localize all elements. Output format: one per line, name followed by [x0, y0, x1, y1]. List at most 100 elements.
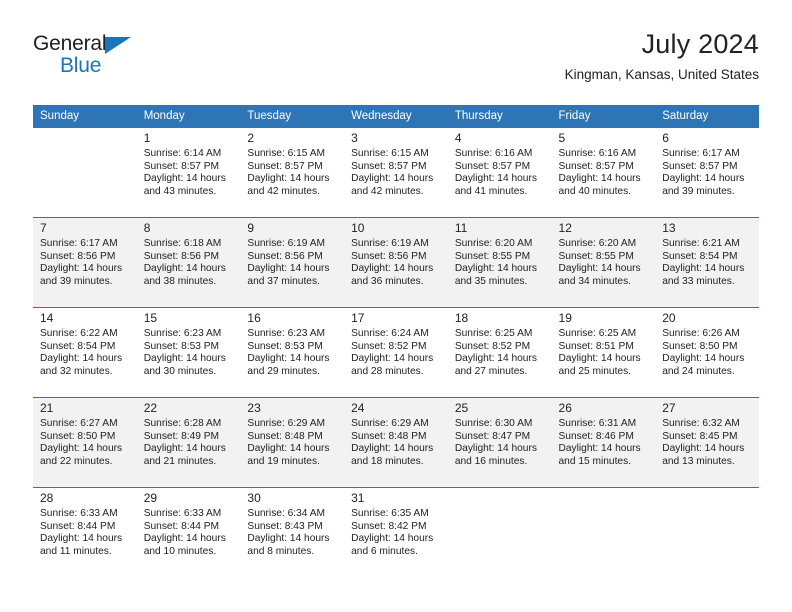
- calendar-day-cell[interactable]: 31 Sunrise: 6:35 AM Sunset: 8:42 PM Dayl…: [344, 487, 448, 577]
- daylight-line-1: Daylight: 14 hours: [662, 173, 745, 185]
- sunrise-text: Sunrise: 6:34 AM: [247, 508, 325, 519]
- day-details: Sunrise: 6:23 AM Sunset: 8:53 PM Dayligh…: [144, 328, 236, 378]
- calendar-day-cell[interactable]: 19 Sunrise: 6:25 AM Sunset: 8:51 PM Dayl…: [551, 307, 656, 397]
- sunrise-text: Sunrise: 6:33 AM: [40, 508, 118, 519]
- day-number: 7: [40, 221, 47, 235]
- calendar-day-cell[interactable]: [551, 487, 656, 577]
- calendar-day-cell[interactable]: 18 Sunrise: 6:25 AM Sunset: 8:52 PM Dayl…: [447, 307, 552, 397]
- day-number: 13: [662, 221, 676, 235]
- day-cell-inner: 19 Sunrise: 6:25 AM Sunset: 8:51 PM Dayl…: [551, 307, 656, 397]
- sunrise-text: Sunrise: 6:29 AM: [351, 418, 429, 429]
- day-number: 23: [247, 401, 261, 415]
- day-number: 2: [247, 131, 255, 145]
- day-details: Sunrise: 6:19 AM Sunset: 8:56 PM Dayligh…: [351, 238, 443, 288]
- day-cell-inner: 5 Sunrise: 6:16 AM Sunset: 8:57 PM Dayli…: [551, 127, 656, 217]
- day-cell-inner: 26 Sunrise: 6:31 AM Sunset: 8:46 PM Dayl…: [551, 397, 656, 487]
- day-number: 25: [454, 401, 469, 415]
- day-number: 14: [40, 311, 54, 325]
- daylight-line-2: and 37 minutes.: [247, 275, 320, 287]
- day-number: 16: [247, 311, 261, 325]
- calendar-day-cell[interactable]: 14 Sunrise: 6:22 AM Sunset: 8:54 PM Dayl…: [33, 307, 137, 397]
- day-details: Sunrise: 6:22 AM Sunset: 8:54 PM Dayligh…: [40, 328, 132, 378]
- sunset-text: Sunset: 8:43 PM: [247, 520, 323, 532]
- daylight-line-2: and 24 minutes.: [662, 365, 735, 377]
- calendar-week-row: 7 Sunrise: 6:17 AM Sunset: 8:56 PM Dayli…: [33, 217, 759, 307]
- calendar-day-cell[interactable]: 16 Sunrise: 6:23 AM Sunset: 8:53 PM Dayl…: [240, 307, 345, 397]
- calendar-day-cell[interactable]: 3 Sunrise: 6:15 AM Sunset: 8:57 PM Dayli…: [344, 127, 448, 217]
- day-details: Sunrise: 6:18 AM Sunset: 8:56 PM Dayligh…: [144, 238, 236, 288]
- day-number: 1: [143, 131, 151, 145]
- calendar-day-cell[interactable]: 8 Sunrise: 6:18 AM Sunset: 8:56 PM Dayli…: [136, 217, 241, 307]
- calendar-day-cell[interactable]: 12 Sunrise: 6:20 AM Sunset: 8:55 PM Dayl…: [551, 217, 656, 307]
- daylight-line-2: and 40 minutes.: [558, 185, 632, 197]
- sunset-text: Sunset: 8:57 PM: [247, 160, 323, 172]
- day-number: 21: [40, 401, 54, 415]
- calendar-day-cell[interactable]: 27 Sunrise: 6:32 AM Sunset: 8:45 PM Dayl…: [655, 397, 759, 487]
- day-number: 17: [351, 311, 365, 325]
- calendar-day-cell[interactable]: 21 Sunrise: 6:27 AM Sunset: 8:50 PM Dayl…: [33, 397, 137, 487]
- calendar-day-cell[interactable]: 22 Sunrise: 6:28 AM Sunset: 8:49 PM Dayl…: [136, 397, 241, 487]
- sunset-text: Sunset: 8:42 PM: [351, 520, 427, 532]
- daylight-line-1: Daylight: 14 hours: [40, 263, 123, 275]
- calendar-day-cell[interactable]: 13 Sunrise: 6:21 AM Sunset: 8:54 PM Dayl…: [655, 217, 759, 307]
- day-number: 8: [143, 221, 151, 235]
- sunrise-text: Sunrise: 6:20 AM: [558, 238, 637, 249]
- sunset-text: Sunset: 8:53 PM: [143, 340, 220, 352]
- daylight-line-1: Daylight: 14 hours: [454, 443, 537, 455]
- day-details: Sunrise: 6:31 AM Sunset: 8:46 PM Dayligh…: [559, 418, 651, 468]
- daylight-line-2: and 32 minutes.: [40, 365, 113, 377]
- day-number: 15: [143, 311, 158, 325]
- sunset-text: Sunset: 8:50 PM: [662, 340, 738, 352]
- day-details: Sunrise: 6:25 AM Sunset: 8:52 PM Dayligh…: [455, 328, 547, 378]
- daylight-line-1: Daylight: 14 hours: [143, 353, 226, 365]
- day-details: Sunrise: 6:24 AM Sunset: 8:52 PM Dayligh…: [351, 328, 443, 378]
- daylight-line-2: and 18 minutes.: [351, 455, 424, 467]
- calendar-day-cell[interactable]: 17 Sunrise: 6:24 AM Sunset: 8:52 PM Dayl…: [344, 307, 448, 397]
- calendar-day-cell[interactable]: [33, 127, 137, 217]
- calendar-day-cell[interactable]: 25 Sunrise: 6:30 AM Sunset: 8:47 PM Dayl…: [447, 397, 552, 487]
- calendar-day-cell[interactable]: 7 Sunrise: 6:17 AM Sunset: 8:56 PM Dayli…: [33, 217, 137, 307]
- calendar-day-cell[interactable]: 10 Sunrise: 6:19 AM Sunset: 8:56 PM Dayl…: [344, 217, 448, 307]
- sunrise-text: Sunrise: 6:19 AM: [351, 238, 429, 249]
- calendar-day-cell[interactable]: 29 Sunrise: 6:33 AM Sunset: 8:44 PM Dayl…: [136, 487, 241, 577]
- daylight-line-1: Daylight: 14 hours: [351, 443, 434, 455]
- daylight-line-2: and 42 minutes.: [247, 185, 320, 197]
- daylight-line-2: and 30 minutes.: [143, 365, 217, 377]
- daylight-line-1: Daylight: 14 hours: [454, 353, 537, 365]
- sunset-text: Sunset: 8:54 PM: [662, 250, 738, 262]
- calendar-page: General Blue July 2024 Kingman, Kansas, …: [0, 0, 792, 612]
- weekday-header-thursday: Thursday: [447, 105, 552, 127]
- calendar-day-cell[interactable]: 2 Sunrise: 6:15 AM Sunset: 8:57 PM Dayli…: [240, 127, 345, 217]
- calendar-day-cell[interactable]: 5 Sunrise: 6:16 AM Sunset: 8:57 PM Dayli…: [551, 127, 656, 217]
- day-number: 3: [351, 131, 358, 145]
- weekday-header-monday: Monday: [136, 105, 241, 127]
- daylight-line-2: and 42 minutes.: [351, 185, 424, 197]
- weekday-header-friday: Friday: [551, 105, 656, 127]
- sunset-text: Sunset: 8:44 PM: [40, 520, 116, 532]
- calendar-day-cell[interactable]: 9 Sunrise: 6:19 AM Sunset: 8:56 PM Dayli…: [240, 217, 345, 307]
- sunrise-text: Sunrise: 6:20 AM: [454, 238, 533, 249]
- calendar-day-cell[interactable]: [447, 487, 552, 577]
- calendar-day-cell[interactable]: 15 Sunrise: 6:23 AM Sunset: 8:53 PM Dayl…: [136, 307, 241, 397]
- calendar-day-cell[interactable]: 4 Sunrise: 6:16 AM Sunset: 8:57 PM Dayli…: [447, 127, 552, 217]
- day-cell-inner: [655, 487, 759, 577]
- calendar-day-cell[interactable]: 1 Sunrise: 6:14 AM Sunset: 8:57 PM Dayli…: [136, 127, 241, 217]
- day-cell-inner: 24 Sunrise: 6:29 AM Sunset: 8:48 PM Dayl…: [344, 397, 448, 487]
- calendar-day-cell[interactable]: [655, 487, 759, 577]
- daylight-line-1: Daylight: 14 hours: [454, 263, 537, 275]
- calendar-day-cell[interactable]: 28 Sunrise: 6:33 AM Sunset: 8:44 PM Dayl…: [33, 487, 137, 577]
- calendar-day-cell[interactable]: 23 Sunrise: 6:29 AM Sunset: 8:48 PM Dayl…: [240, 397, 345, 487]
- calendar-day-cell[interactable]: 6 Sunrise: 6:17 AM Sunset: 8:57 PM Dayli…: [655, 127, 759, 217]
- weekday-header-sunday: Sunday: [33, 105, 137, 127]
- calendar-day-cell[interactable]: 30 Sunrise: 6:34 AM Sunset: 8:43 PM Dayl…: [240, 487, 345, 577]
- day-cell-inner: 17 Sunrise: 6:24 AM Sunset: 8:52 PM Dayl…: [344, 307, 448, 397]
- sunrise-text: Sunrise: 6:33 AM: [143, 508, 222, 519]
- calendar-day-cell[interactable]: 26 Sunrise: 6:31 AM Sunset: 8:46 PM Dayl…: [551, 397, 656, 487]
- calendar-day-cell[interactable]: 11 Sunrise: 6:20 AM Sunset: 8:55 PM Dayl…: [447, 217, 552, 307]
- calendar-day-cell[interactable]: 20 Sunrise: 6:26 AM Sunset: 8:50 PM Dayl…: [655, 307, 759, 397]
- calendar-day-cell[interactable]: 24 Sunrise: 6:29 AM Sunset: 8:48 PM Dayl…: [344, 397, 448, 487]
- sunrise-text: Sunrise: 6:25 AM: [454, 328, 533, 339]
- daylight-line-1: Daylight: 14 hours: [662, 353, 745, 365]
- day-cell-inner: 8 Sunrise: 6:18 AM Sunset: 8:56 PM Dayli…: [136, 217, 241, 307]
- day-cell-inner: 13 Sunrise: 6:21 AM Sunset: 8:54 PM Dayl…: [655, 217, 759, 307]
